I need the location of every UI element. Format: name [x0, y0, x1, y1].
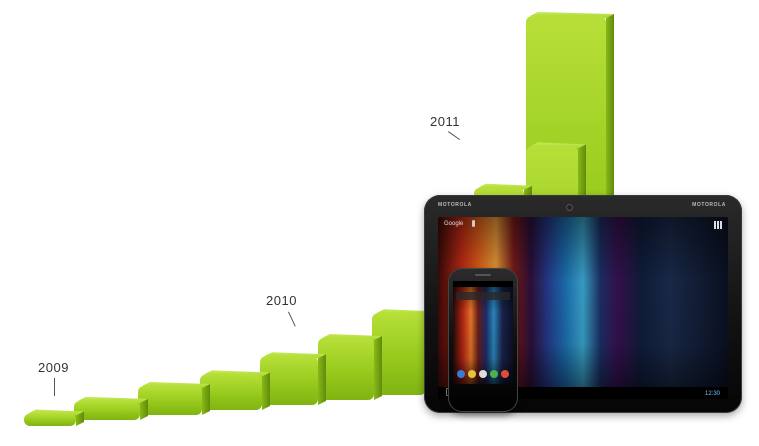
bar-front	[24, 413, 76, 426]
bar-6	[318, 334, 382, 400]
phone-screen	[453, 281, 513, 384]
bar-front	[318, 338, 374, 400]
messaging-icon	[490, 370, 498, 378]
tablet-clock: 12:30	[704, 391, 720, 397]
bar-2	[74, 396, 148, 420]
year-label-2009: 2009	[38, 360, 69, 375]
app-drawer-icon	[479, 370, 487, 378]
bar-3	[138, 382, 210, 415]
browser-icon	[501, 370, 509, 378]
bar-side	[262, 372, 270, 410]
tablet-camera-icon	[566, 204, 573, 211]
phone-dock	[457, 370, 509, 380]
bar-side	[374, 336, 382, 400]
tablet-brand-right: MOTOROLA	[692, 202, 726, 208]
phone-search-bar	[456, 292, 510, 300]
bar-side	[318, 354, 326, 405]
tablet-brand-left: MOTOROLA	[438, 202, 472, 208]
phone-device	[448, 268, 518, 412]
phone-speaker	[475, 274, 491, 276]
microphone-icon	[472, 220, 475, 227]
year-label-2011: 2011	[430, 114, 460, 129]
year-tick-2009	[54, 378, 55, 396]
phone-app-icon	[457, 370, 465, 378]
phone-status-bar	[453, 281, 513, 287]
year-label-2010: 2010	[266, 293, 297, 308]
chart-stage: 2009 2010 2011 MOTOROLA MOTOROLA Google …	[0, 0, 759, 446]
bar-1	[24, 409, 84, 426]
contacts-icon	[468, 370, 476, 378]
tablet-search-text: Google	[444, 221, 464, 227]
bar-4	[200, 370, 270, 410]
bar-side	[202, 384, 210, 415]
apps-grid-icon	[714, 221, 722, 229]
